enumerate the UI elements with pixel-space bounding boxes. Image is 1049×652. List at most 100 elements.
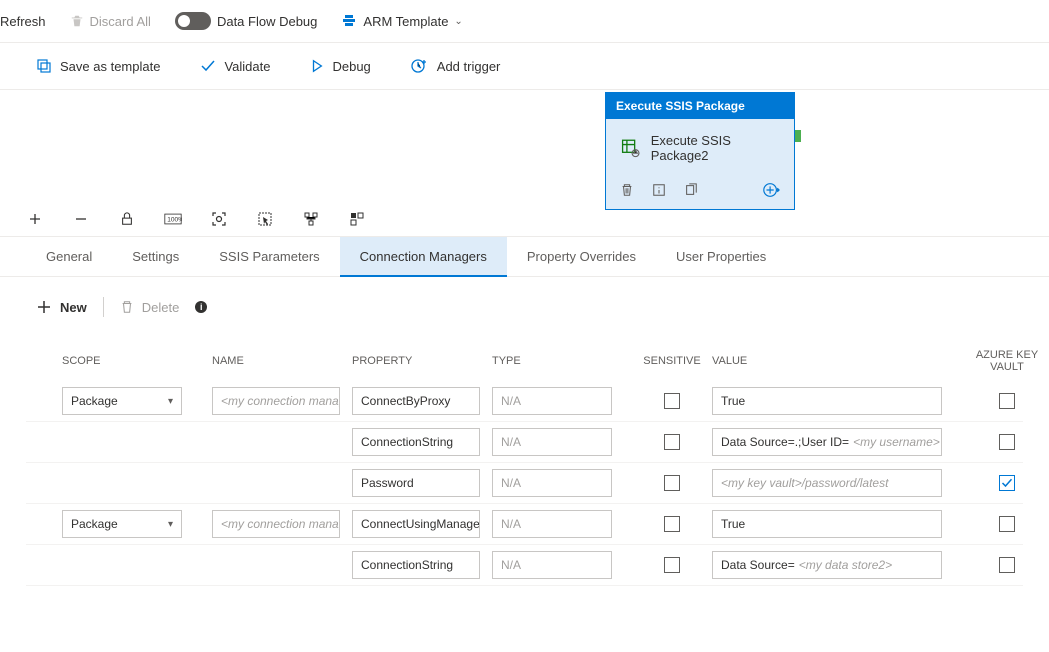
select-icon[interactable] bbox=[256, 210, 274, 228]
property-input[interactable]: Password bbox=[352, 469, 480, 497]
value-input[interactable]: True bbox=[712, 387, 942, 415]
auto-align-icon[interactable] bbox=[302, 210, 320, 228]
zoom-fit-icon[interactable] bbox=[210, 210, 228, 228]
add-trigger-button[interactable]: Add trigger bbox=[411, 57, 501, 75]
tab-general-label: General bbox=[46, 249, 92, 264]
properties-tabs: General Settings SSIS Parameters Connect… bbox=[0, 237, 1049, 277]
property-input[interactable]: ConnectionString bbox=[352, 551, 480, 579]
save-template-label: Save as template bbox=[60, 59, 160, 74]
plus-icon bbox=[36, 299, 52, 315]
zoom-out-icon[interactable] bbox=[72, 210, 90, 228]
validate-button[interactable]: Validate bbox=[200, 58, 270, 74]
debug-button[interactable]: Debug bbox=[310, 59, 370, 74]
tab-ssis-parameters[interactable]: SSIS Parameters bbox=[199, 237, 339, 276]
zoom-reset-icon[interactable]: 100% bbox=[164, 210, 182, 228]
property-input[interactable]: ConnectionString bbox=[352, 428, 480, 456]
tab-connection-managers[interactable]: Connection Managers bbox=[340, 237, 507, 276]
type-input[interactable]: N/A bbox=[492, 510, 612, 538]
save-template-button[interactable]: Save as template bbox=[36, 58, 160, 74]
tab-general[interactable]: General bbox=[26, 237, 112, 276]
layout-icon[interactable] bbox=[348, 210, 366, 228]
akv-checkbox[interactable] bbox=[999, 557, 1015, 573]
trash-icon bbox=[70, 14, 84, 28]
tab-userprops-label: User Properties bbox=[676, 249, 766, 264]
divider bbox=[103, 297, 104, 317]
header-type: TYPE bbox=[492, 355, 632, 367]
value-input[interactable]: Data Source=.;User ID=<my username> bbox=[712, 428, 942, 456]
tab-propoverrides-label: Property Overrides bbox=[527, 249, 636, 264]
top-toolbar: Refresh Discard All Data Flow Debug ARM … bbox=[0, 0, 1049, 43]
connection-managers-grid: SCOPE NAME PROPERTY TYPE SENSITIVE VALUE… bbox=[0, 329, 1049, 586]
type-input[interactable]: N/A bbox=[492, 387, 612, 415]
value-input[interactable]: True bbox=[712, 510, 942, 538]
table-row: Password N/A <my key vault>/password/lates… bbox=[26, 463, 1023, 504]
header-name: NAME bbox=[212, 355, 352, 367]
header-property: PROPERTY bbox=[352, 355, 492, 367]
akv-checkbox[interactable] bbox=[999, 434, 1015, 450]
dataflow-debug-toggle[interactable]: Data Flow Debug bbox=[175, 12, 317, 30]
copy-icon[interactable] bbox=[684, 183, 698, 197]
name-input[interactable]: <my connection manager> bbox=[212, 510, 340, 538]
arm-template-button[interactable]: ARM Template ⌄ bbox=[341, 13, 462, 29]
header-akv: AZURE KEY VAULT bbox=[962, 349, 1049, 373]
tab-property-overrides[interactable]: Property Overrides bbox=[507, 237, 656, 276]
activity-success-handle[interactable] bbox=[795, 130, 801, 142]
value-input[interactable]: Data Source=<my data store2> bbox=[712, 551, 942, 579]
delete-icon[interactable] bbox=[620, 183, 634, 197]
sensitive-checkbox[interactable] bbox=[664, 393, 680, 409]
activity-name-label: Execute SSIS Package2 bbox=[651, 133, 784, 163]
tab-connmgrs-label: Connection Managers bbox=[360, 249, 487, 264]
info-icon[interactable]: i bbox=[195, 301, 207, 313]
zoom-in-icon[interactable] bbox=[26, 210, 44, 228]
sensitive-checkbox[interactable] bbox=[664, 516, 680, 532]
sensitive-checkbox[interactable] bbox=[664, 557, 680, 573]
tab-ssis-label: SSIS Parameters bbox=[219, 249, 319, 264]
chevron-down-icon: ⌄ bbox=[454, 16, 462, 27]
validate-label: Validate bbox=[224, 59, 270, 74]
trash-icon bbox=[120, 300, 134, 314]
pipeline-canvas[interactable]: Execute SSIS Package Execute SSIS Packag… bbox=[0, 90, 1049, 202]
sensitive-checkbox[interactable] bbox=[664, 475, 680, 491]
arm-icon bbox=[341, 13, 357, 29]
header-value: VALUE bbox=[712, 355, 962, 367]
type-input[interactable]: N/A bbox=[492, 551, 612, 579]
new-button[interactable]: New bbox=[36, 299, 87, 315]
add-trigger-icon bbox=[411, 57, 429, 75]
check-icon bbox=[200, 58, 216, 74]
refresh-button[interactable]: Refresh bbox=[0, 14, 46, 29]
table-row: Package▾ <my connection manager> ConnectBy… bbox=[26, 381, 1023, 422]
discard-all-button: Discard All bbox=[70, 14, 151, 29]
property-input[interactable]: ConnectByProxy bbox=[352, 387, 480, 415]
activity-body: Execute SSIS Package2 bbox=[606, 119, 794, 173]
refresh-label: Refresh bbox=[0, 14, 46, 29]
activity-type-label: Execute SSIS Package bbox=[606, 93, 794, 119]
grid-actions: New Delete i bbox=[0, 277, 1049, 329]
tab-settings[interactable]: Settings bbox=[112, 237, 199, 276]
delete-button: Delete bbox=[120, 300, 180, 315]
akv-checkbox[interactable] bbox=[999, 393, 1015, 409]
akv-checkbox[interactable] bbox=[999, 516, 1015, 532]
scope-select[interactable]: Package▾ bbox=[62, 387, 182, 415]
sensitive-checkbox[interactable] bbox=[664, 434, 680, 450]
tab-user-properties[interactable]: User Properties bbox=[656, 237, 786, 276]
type-input[interactable]: N/A bbox=[492, 428, 612, 456]
new-label: New bbox=[60, 300, 87, 315]
name-input[interactable]: <my connection manager> bbox=[212, 387, 340, 415]
add-output-icon[interactable] bbox=[762, 181, 780, 199]
ssis-package-icon bbox=[620, 137, 641, 159]
activity-actions bbox=[606, 173, 794, 209]
property-input[interactable]: ConnectUsingManagedIdentity bbox=[352, 510, 480, 538]
arm-template-label: ARM Template bbox=[363, 14, 448, 29]
tab-settings-label: Settings bbox=[132, 249, 179, 264]
header-sensitive: SENSITIVE bbox=[632, 355, 712, 367]
activity-card[interactable]: Execute SSIS Package Execute SSIS Packag… bbox=[605, 92, 795, 210]
type-input[interactable]: N/A bbox=[492, 469, 612, 497]
akv-checkbox[interactable] bbox=[999, 475, 1015, 491]
scope-select[interactable]: Package▾ bbox=[62, 510, 182, 538]
discard-all-label: Discard All bbox=[90, 14, 151, 29]
toggle-switch-icon bbox=[175, 12, 211, 30]
value-input[interactable]: <my key vault>/password/latest bbox=[712, 469, 942, 497]
info-icon[interactable] bbox=[652, 183, 666, 197]
play-icon bbox=[310, 59, 324, 73]
lock-icon[interactable] bbox=[118, 210, 136, 228]
